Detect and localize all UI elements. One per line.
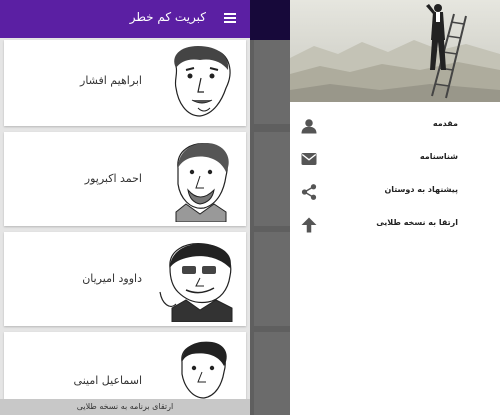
list-item-name: ابراهیم افشار	[80, 74, 142, 87]
person-icon	[301, 119, 317, 134]
drawer-item-label: ارتقا به نسخه طلایی	[376, 218, 458, 227]
upgrade-banner[interactable]: ارتقای برنامه به نسخه طلایی	[0, 399, 250, 415]
portrait-image	[181, 341, 227, 399]
share-icon	[301, 184, 317, 200]
portrait-image	[175, 143, 229, 222]
app-bar: کبریت کم خطر	[0, 0, 250, 38]
list-screen: کبریت کم خطر ابراهیم افشار احمد اکبرپور …	[0, 0, 250, 415]
drawer-item-label: مقدمه	[432, 119, 458, 128]
list-item[interactable]: داوود امیریان	[4, 232, 246, 326]
drawer-item-label: پیشنهاد به دوستان	[384, 185, 458, 194]
navigation-drawer: مقدمه شناسنامه پیشنهاد به دوستان ارتقا ب…	[290, 0, 500, 415]
drawer-item-label: شناسنامه	[419, 152, 458, 161]
portrait-image	[159, 243, 233, 322]
drawer-item-profile[interactable]: شناسنامه	[290, 144, 500, 174]
list-item[interactable]: ابراهیم افشار	[4, 40, 246, 126]
mail-icon	[301, 153, 317, 165]
drawer-scrim[interactable]	[250, 0, 290, 415]
drawer-header-image	[290, 0, 500, 102]
arrow-up-icon	[301, 217, 317, 233]
list-item[interactable]: احمد اکبرپور	[4, 132, 246, 226]
drawer-item-share[interactable]: پیشنهاد به دوستان	[290, 177, 500, 207]
list-item-name: داوود امیریان	[82, 272, 142, 285]
drawer-item-intro[interactable]: مقدمه	[290, 111, 500, 141]
list-item-name: اسماعیل امینی	[73, 374, 142, 387]
list-item-name: احمد اکبرپور	[84, 172, 142, 185]
list-item[interactable]: اسماعیل امینی	[4, 332, 246, 402]
menu-icon[interactable]	[224, 13, 236, 23]
app-title: کبریت کم خطر	[129, 10, 206, 24]
portrait-image	[174, 46, 231, 117]
drawer-item-upgrade[interactable]: ارتقا به نسخه طلایی	[290, 210, 500, 240]
